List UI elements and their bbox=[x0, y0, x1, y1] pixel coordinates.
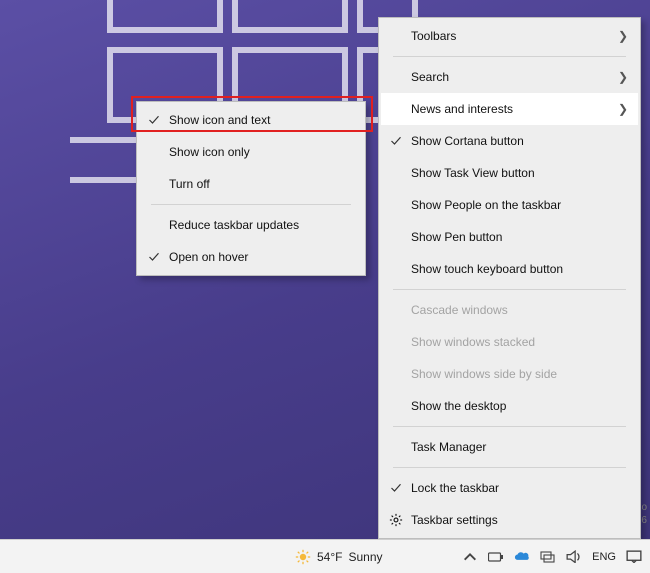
menu-item-pen[interactable]: Show Pen button bbox=[381, 221, 638, 253]
volume-icon[interactable] bbox=[566, 550, 582, 564]
menu-label: Lock the taskbar bbox=[411, 481, 499, 495]
check-icon bbox=[381, 482, 411, 494]
language-indicator[interactable]: ENG bbox=[592, 551, 616, 563]
menu-label: Show Pen button bbox=[411, 230, 502, 244]
menu-label: Show icon only bbox=[169, 145, 250, 159]
menu-label: Show People on the taskbar bbox=[411, 198, 561, 212]
weather-cond: Sunny bbox=[348, 550, 382, 564]
action-center-icon[interactable] bbox=[626, 550, 642, 564]
menu-label: Search bbox=[411, 70, 449, 84]
menu-label: Toolbars bbox=[411, 29, 456, 43]
onedrive-icon[interactable] bbox=[514, 550, 530, 564]
menu-label: Taskbar settings bbox=[411, 513, 498, 527]
network-icon[interactable] bbox=[540, 550, 556, 564]
menu-label: Show the desktop bbox=[411, 399, 506, 413]
news-interests-submenu: Show icon and text Show icon only Turn o… bbox=[136, 101, 366, 276]
check-icon bbox=[381, 135, 411, 147]
separator bbox=[151, 204, 351, 205]
menu-label: Show icon and text bbox=[169, 113, 270, 127]
sun-icon bbox=[295, 549, 311, 565]
chevron-right-icon: ❯ bbox=[618, 102, 628, 116]
taskbar-context-menu: Toolbars ❯ Search ❯ News and interests ❯… bbox=[378, 17, 641, 539]
menu-label: News and interests bbox=[411, 102, 513, 116]
menu-item-touch-keyboard[interactable]: Show touch keyboard button bbox=[381, 253, 638, 285]
check-icon bbox=[139, 114, 169, 126]
menu-item-sidebyside: Show windows side by side bbox=[381, 358, 638, 390]
menu-item-taskview[interactable]: Show Task View button bbox=[381, 157, 638, 189]
separator bbox=[393, 56, 626, 57]
menu-label: Show Cortana button bbox=[411, 134, 524, 148]
submenu-item-reduce-updates[interactable]: Reduce taskbar updates bbox=[139, 209, 363, 241]
menu-item-lock-taskbar[interactable]: Lock the taskbar bbox=[381, 472, 638, 504]
submenu-item-turn-off[interactable]: Turn off bbox=[139, 168, 363, 200]
menu-label: Task Manager bbox=[411, 440, 486, 454]
weather-widget[interactable]: 54°F Sunny bbox=[295, 549, 383, 565]
tray-chevron-up-icon[interactable] bbox=[462, 550, 478, 564]
gear-icon bbox=[381, 513, 411, 527]
separator bbox=[393, 467, 626, 468]
menu-item-cortana[interactable]: Show Cortana button bbox=[381, 125, 638, 157]
menu-label: Turn off bbox=[169, 177, 210, 191]
taskbar[interactable]: 54°F Sunny ENG bbox=[0, 539, 650, 573]
menu-item-cascade: Cascade windows bbox=[381, 294, 638, 326]
chevron-right-icon: ❯ bbox=[618, 70, 628, 84]
weather-temp: 54°F bbox=[317, 550, 342, 564]
chevron-right-icon: ❯ bbox=[618, 29, 628, 43]
menu-label: Reduce taskbar updates bbox=[169, 218, 299, 232]
battery-icon[interactable] bbox=[488, 550, 504, 564]
menu-label: Cascade windows bbox=[411, 303, 508, 317]
submenu-item-icon-text[interactable]: Show icon and text bbox=[139, 104, 363, 136]
menu-item-people[interactable]: Show People on the taskbar bbox=[381, 189, 638, 221]
menu-item-search[interactable]: Search ❯ bbox=[381, 61, 638, 93]
menu-item-task-manager[interactable]: Task Manager bbox=[381, 431, 638, 463]
menu-label: Show windows side by side bbox=[411, 367, 557, 381]
menu-label: Show touch keyboard button bbox=[411, 262, 563, 276]
submenu-item-icon-only[interactable]: Show icon only bbox=[139, 136, 363, 168]
menu-item-show-desktop[interactable]: Show the desktop bbox=[381, 390, 638, 422]
menu-label: Show Task View button bbox=[411, 166, 535, 180]
separator bbox=[393, 289, 626, 290]
submenu-item-open-on-hover[interactable]: Open on hover bbox=[139, 241, 363, 273]
system-tray: ENG bbox=[462, 550, 642, 564]
menu-item-taskbar-settings[interactable]: Taskbar settings bbox=[381, 504, 638, 536]
notification-peek-o: o bbox=[641, 502, 647, 513]
separator bbox=[393, 426, 626, 427]
menu-label: Show windows stacked bbox=[411, 335, 535, 349]
menu-item-toolbars[interactable]: Toolbars ❯ bbox=[381, 20, 638, 52]
menu-item-news-interests[interactable]: News and interests ❯ bbox=[381, 93, 638, 125]
check-icon bbox=[139, 251, 169, 263]
menu-item-stacked: Show windows stacked bbox=[381, 326, 638, 358]
menu-label: Open on hover bbox=[169, 250, 248, 264]
